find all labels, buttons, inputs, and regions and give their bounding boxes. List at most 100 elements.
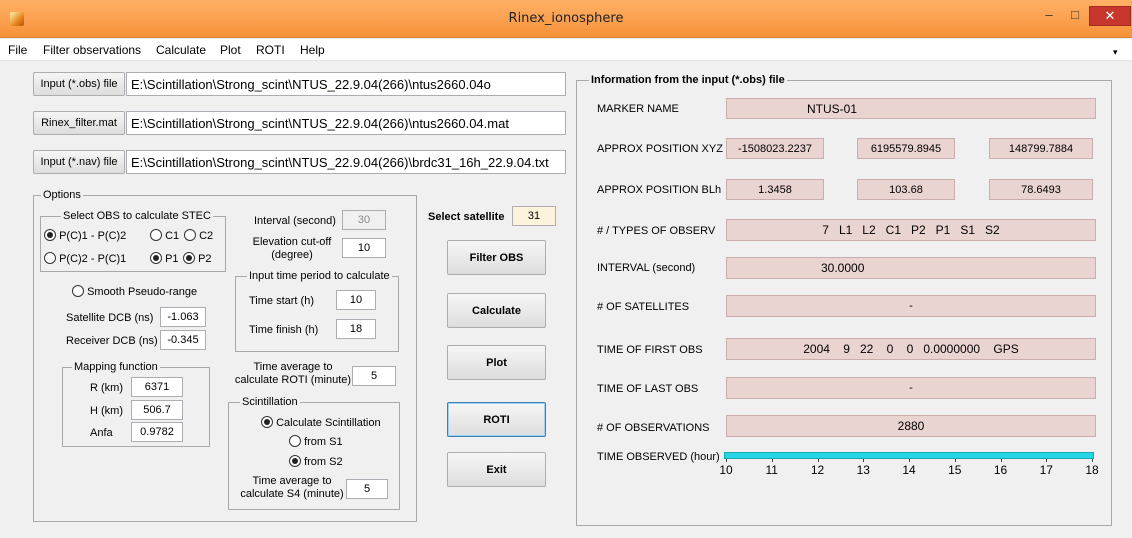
- axis-tick-label: 17: [1039, 463, 1053, 477]
- time-start-field[interactable]: 10: [336, 290, 376, 310]
- menu-calculate[interactable]: Calculate: [156, 43, 206, 57]
- plot-button[interactable]: Plot: [447, 345, 546, 380]
- time-observed-bar: [724, 452, 1094, 459]
- rinex-filter-button[interactable]: Rinex_filter.mat: [33, 111, 125, 135]
- last-obs-label: TIME OF LAST OBS: [597, 383, 699, 395]
- exit-button[interactable]: Exit: [447, 452, 546, 487]
- num-observations-label: # OF OBSERVATIONS: [597, 422, 710, 434]
- s4-average-field[interactable]: 5: [346, 479, 388, 499]
- approx-xyz-label: APPROX POSITION XYZ: [597, 143, 723, 155]
- num-observations-value: 2880: [726, 415, 1096, 437]
- calculate-button[interactable]: Calculate: [447, 293, 546, 328]
- from-s1-radio[interactable]: from S1: [289, 435, 343, 448]
- menu-filter-observations[interactable]: Filter observations: [43, 43, 141, 57]
- radio-selected-icon: [183, 252, 195, 264]
- info-title: Information from the input (*.obs) file: [589, 74, 787, 86]
- radio-selected-icon: [44, 229, 56, 241]
- close-button[interactable]: ✕: [1089, 6, 1131, 26]
- sat-dcb-label: Satellite DCB (ns): [66, 312, 154, 324]
- chevron-down-icon[interactable]: ▾: [1113, 47, 1118, 58]
- nav-path-field[interactable]: E:\Scintillation\Strong_scint\NTUS_22.9.…: [126, 150, 566, 174]
- interval-info-value: 30.0000: [726, 257, 1096, 279]
- axis-tick: [954, 459, 956, 462]
- approx-x-value: -1508023.2237: [726, 138, 824, 159]
- radio-p2[interactable]: P2: [183, 252, 212, 265]
- r-label: R (km): [90, 382, 123, 394]
- radio-icon: [44, 252, 56, 264]
- radio-icon: [150, 229, 162, 241]
- axis-tick: [1000, 459, 1002, 462]
- axis-tick-label: 10: [719, 463, 733, 477]
- rec-dcb-label: Receiver DCB (ns): [66, 335, 158, 347]
- s4-average-label: Time average to calculate S4 (minute): [240, 475, 344, 500]
- approx-y-value: 6195579.8945: [857, 138, 955, 159]
- approx-l-value: 103.68: [857, 179, 955, 200]
- filter-path-field[interactable]: E:\Scintillation\Strong_scint\NTUS_22.9.…: [126, 111, 566, 135]
- minimize-button[interactable]: –: [1036, 6, 1062, 26]
- mapping-title: Mapping function: [72, 361, 160, 373]
- radio-pc1-pc2[interactable]: P(C)1 - P(C)2: [44, 229, 126, 242]
- from-s2-radio[interactable]: from S2: [289, 455, 343, 468]
- smooth-radio[interactable]: Smooth Pseudo-range: [72, 285, 197, 298]
- radio-icon: [184, 229, 196, 241]
- menu-roti[interactable]: ROTI: [256, 43, 285, 57]
- scintillation-title: Scintillation: [240, 396, 300, 408]
- time-start-label: Time start (h): [249, 295, 314, 307]
- h-label: H (km): [90, 405, 123, 417]
- axis-tick: [1092, 459, 1093, 462]
- input-obs-button[interactable]: Input (*.obs) file: [33, 72, 125, 96]
- sat-dcb-field[interactable]: -1.063: [160, 307, 206, 327]
- obs-path-field[interactable]: E:\Scintillation\Strong_scint\NTUS_22.9.…: [126, 72, 566, 96]
- radio-pc2-pc1[interactable]: P(C)2 - P(C)1: [44, 252, 126, 265]
- radio-c1[interactable]: C1: [150, 229, 179, 242]
- menu-bar: File Filter observations Calculate Plot …: [0, 39, 1132, 61]
- axis-tick-label: 11: [765, 463, 778, 477]
- roti-average-field[interactable]: 5: [352, 366, 396, 386]
- select-satellite-label: Select satellite: [428, 211, 505, 223]
- approx-z-value: 148799.7884: [989, 138, 1093, 159]
- radio-icon: [72, 285, 84, 297]
- marker-name-label: MARKER NAME: [597, 103, 679, 115]
- radio-selected-icon: [261, 416, 273, 428]
- radio-p1[interactable]: P1: [150, 252, 179, 265]
- menu-file[interactable]: File: [8, 43, 27, 57]
- options-title: Options: [41, 189, 83, 201]
- filter-obs-button[interactable]: Filter OBS: [447, 240, 546, 275]
- time-observed-label: TIME OBSERVED (hour): [597, 451, 720, 463]
- anfa-field[interactable]: 0.9782: [131, 422, 183, 442]
- axis-tick: [863, 459, 865, 462]
- axis-tick-label: 18: [1085, 463, 1099, 477]
- axis-tick-label: 14: [902, 463, 916, 477]
- time-period-title: Input time period to calculate: [247, 270, 392, 282]
- elevation-field[interactable]: 10: [342, 238, 386, 258]
- radio-c2[interactable]: C2: [184, 229, 213, 242]
- axis-tick: [771, 459, 773, 462]
- r-field[interactable]: 6371: [131, 377, 183, 397]
- time-finish-label: Time finish (h): [249, 324, 319, 336]
- num-satellites-label: # OF SATELLITES: [597, 301, 690, 313]
- maximize-button[interactable]: □: [1062, 6, 1088, 26]
- last-obs-value: -: [726, 377, 1096, 399]
- rec-dcb-field[interactable]: -0.345: [160, 330, 206, 350]
- num-satellites-value: -: [726, 295, 1096, 317]
- radio-selected-icon: [150, 252, 162, 264]
- interval-info-label: INTERVAL (second): [597, 262, 696, 274]
- roti-average-label: Time average to calculate ROTI (minute): [234, 361, 352, 386]
- menu-plot[interactable]: Plot: [220, 43, 241, 57]
- time-finish-field[interactable]: 18: [336, 319, 376, 339]
- h-field[interactable]: 506.7: [131, 400, 183, 420]
- roti-button[interactable]: ROTI: [447, 402, 546, 437]
- interval-field: 30: [342, 210, 386, 230]
- radio-icon: [289, 435, 301, 447]
- menu-help[interactable]: Help: [300, 43, 325, 57]
- elevation-label: Elevation cut-off (degree): [252, 236, 332, 261]
- axis-tick-label: 13: [856, 463, 870, 477]
- approx-b-value: 1.3458: [726, 179, 824, 200]
- time-period-group: [235, 276, 399, 352]
- input-nav-button[interactable]: Input (*.nav) file: [33, 150, 125, 174]
- calculate-scintillation-radio[interactable]: Calculate Scintillation: [261, 416, 381, 429]
- types-of-observ-value: 7 L1 L2 C1 P2 P1 S1 S2: [726, 219, 1096, 241]
- types-of-observ-label: # / TYPES OF OBSERV: [597, 225, 716, 237]
- axis-tick-label: 12: [810, 463, 825, 477]
- select-satellite-field[interactable]: 31: [512, 206, 556, 226]
